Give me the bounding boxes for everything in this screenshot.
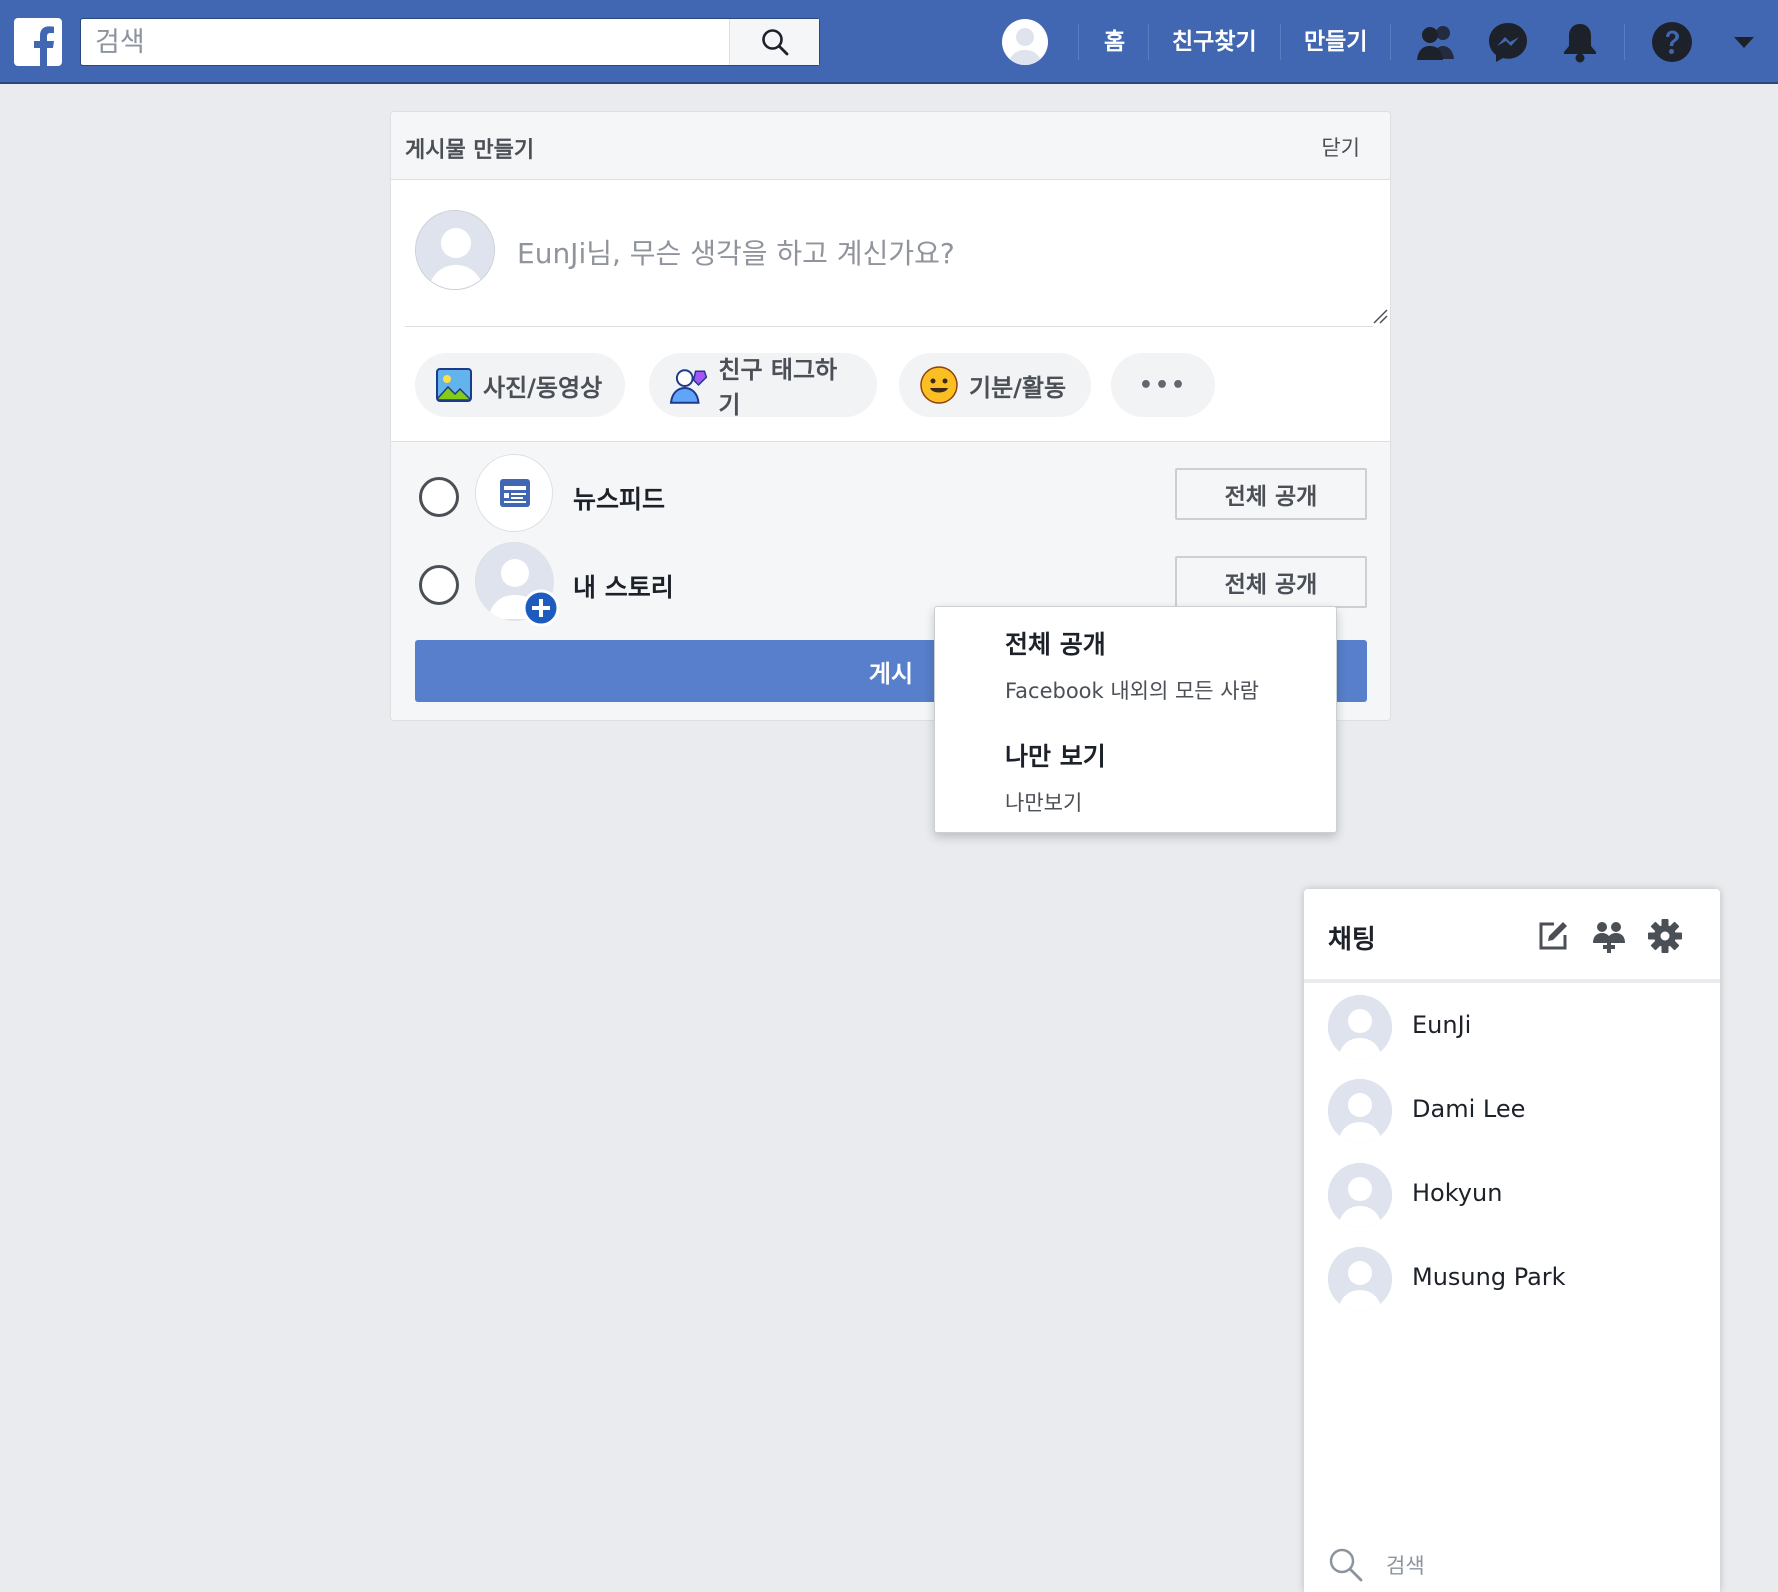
audience-option-title: 전체 공개 bbox=[1005, 630, 1106, 659]
chat-header: 채팅 bbox=[1304, 889, 1720, 983]
nav-divider bbox=[1624, 24, 1625, 60]
newsfeed-label: 뉴스피드 bbox=[573, 485, 666, 514]
create-post-header: 게시물 만들기 닫기 bbox=[391, 112, 1390, 180]
my-story-audience-button[interactable]: 전체 공개 bbox=[1175, 556, 1367, 608]
chat-sidebar: 채팅 EunJi Dami Lee Hokyun Musung Park 검색 bbox=[1304, 889, 1720, 1592]
audience-option-subtitle: Facebook 내외의 모든 사람 bbox=[1005, 679, 1259, 703]
chat-contact[interactable]: Musung Park bbox=[1328, 1247, 1708, 1311]
audience-option-only-me[interactable]: 나만 보기 나만보기 bbox=[1005, 737, 1106, 817]
audience-dropdown-menu: 전체 공개 Facebook 내외의 모든 사람 나만 보기 나만보기 bbox=[934, 606, 1337, 833]
tag-friends-label: 친구 태그하기 bbox=[718, 356, 838, 419]
composer-avatar bbox=[415, 210, 495, 290]
feeling-activity-label: 기분/활동 bbox=[969, 373, 1067, 402]
chat-search-input[interactable] bbox=[1386, 1549, 1686, 1583]
contact-name: EunJi bbox=[1412, 1011, 1472, 1039]
account-menu-chevron-down-icon[interactable] bbox=[1722, 20, 1766, 64]
more-options-button[interactable]: ••• bbox=[1111, 353, 1215, 417]
add-story-plus-icon bbox=[522, 589, 560, 627]
audience-option-title: 나만 보기 bbox=[1005, 742, 1106, 771]
chat-settings-gear-icon[interactable] bbox=[1646, 917, 1684, 955]
avatar bbox=[1328, 1163, 1392, 1227]
profile-avatar[interactable] bbox=[1002, 19, 1048, 65]
nav-divider bbox=[1148, 24, 1149, 60]
nav-divider bbox=[1280, 24, 1281, 60]
chat-contact[interactable]: Hokyun bbox=[1328, 1163, 1708, 1227]
post-text-input[interactable]: EunJi님, 무슨 생각을 하고 계신가요? bbox=[517, 232, 955, 272]
find-friends-link[interactable]: 친구찾기 bbox=[1172, 24, 1257, 60]
chat-search bbox=[1328, 1545, 1688, 1585]
my-story-label: 내 스토리 bbox=[573, 573, 674, 602]
search-input[interactable] bbox=[81, 19, 731, 65]
photo-video-label: 사진/동영상 bbox=[483, 373, 603, 402]
chat-title: 채팅 bbox=[1328, 925, 1376, 955]
notifications-bell-icon[interactable] bbox=[1558, 20, 1602, 64]
messenger-icon[interactable] bbox=[1486, 20, 1530, 64]
newsfeed-audience-button[interactable]: 전체 공개 bbox=[1175, 468, 1367, 520]
avatar bbox=[1328, 995, 1392, 1059]
avatar bbox=[1328, 1079, 1392, 1143]
divider bbox=[405, 326, 1373, 327]
more-dots-icon: ••• bbox=[1138, 372, 1188, 398]
nav-divider bbox=[1078, 24, 1079, 60]
help-icon[interactable] bbox=[1650, 20, 1694, 64]
tag-friends-button[interactable]: 친구 태그하기 bbox=[649, 353, 877, 419]
facebook-logo-icon[interactable] bbox=[14, 18, 62, 66]
contact-name: Musung Park bbox=[1412, 1263, 1566, 1291]
contact-name: Hokyun bbox=[1412, 1179, 1503, 1207]
tag-friends-icon bbox=[669, 369, 708, 404]
home-link[interactable]: 홈 bbox=[1104, 24, 1125, 60]
chat-contact[interactable]: Dami Lee bbox=[1328, 1079, 1708, 1143]
contact-name: Dami Lee bbox=[1412, 1095, 1526, 1123]
create-link[interactable]: 만들기 bbox=[1304, 24, 1367, 60]
top-navigation-bar: 홈 친구찾기 만들기 bbox=[0, 0, 1778, 84]
friend-requests-icon[interactable] bbox=[1414, 20, 1458, 64]
photo-video-button[interactable]: 사진/동영상 bbox=[415, 353, 625, 417]
photo-icon bbox=[436, 368, 472, 402]
my-story-avatar bbox=[475, 542, 560, 627]
avatar bbox=[1328, 1247, 1392, 1311]
smiley-face-icon bbox=[920, 366, 958, 404]
newsfeed-icon bbox=[475, 454, 553, 532]
search-icon bbox=[1329, 1548, 1363, 1582]
create-post-title: 게시물 만들기 bbox=[405, 138, 535, 163]
audience-option-public[interactable]: 전체 공개 Facebook 내외의 모든 사람 bbox=[1005, 625, 1259, 705]
search-icon bbox=[761, 29, 788, 56]
search-button[interactable] bbox=[729, 19, 819, 65]
resize-handle-icon[interactable] bbox=[1372, 308, 1388, 324]
new-message-edit-icon[interactable] bbox=[1534, 917, 1572, 955]
feeling-activity-button[interactable]: 기분/활동 bbox=[899, 353, 1091, 417]
close-button[interactable]: 닫기 bbox=[1321, 132, 1360, 162]
my-story-radio[interactable] bbox=[419, 565, 459, 605]
newsfeed-radio[interactable] bbox=[419, 477, 459, 517]
search-box bbox=[80, 18, 820, 66]
create-group-icon[interactable] bbox=[1590, 917, 1628, 955]
audience-option-subtitle: 나만보기 bbox=[1005, 791, 1083, 815]
nav-divider bbox=[1390, 24, 1391, 60]
chat-contact[interactable]: EunJi bbox=[1328, 995, 1708, 1059]
